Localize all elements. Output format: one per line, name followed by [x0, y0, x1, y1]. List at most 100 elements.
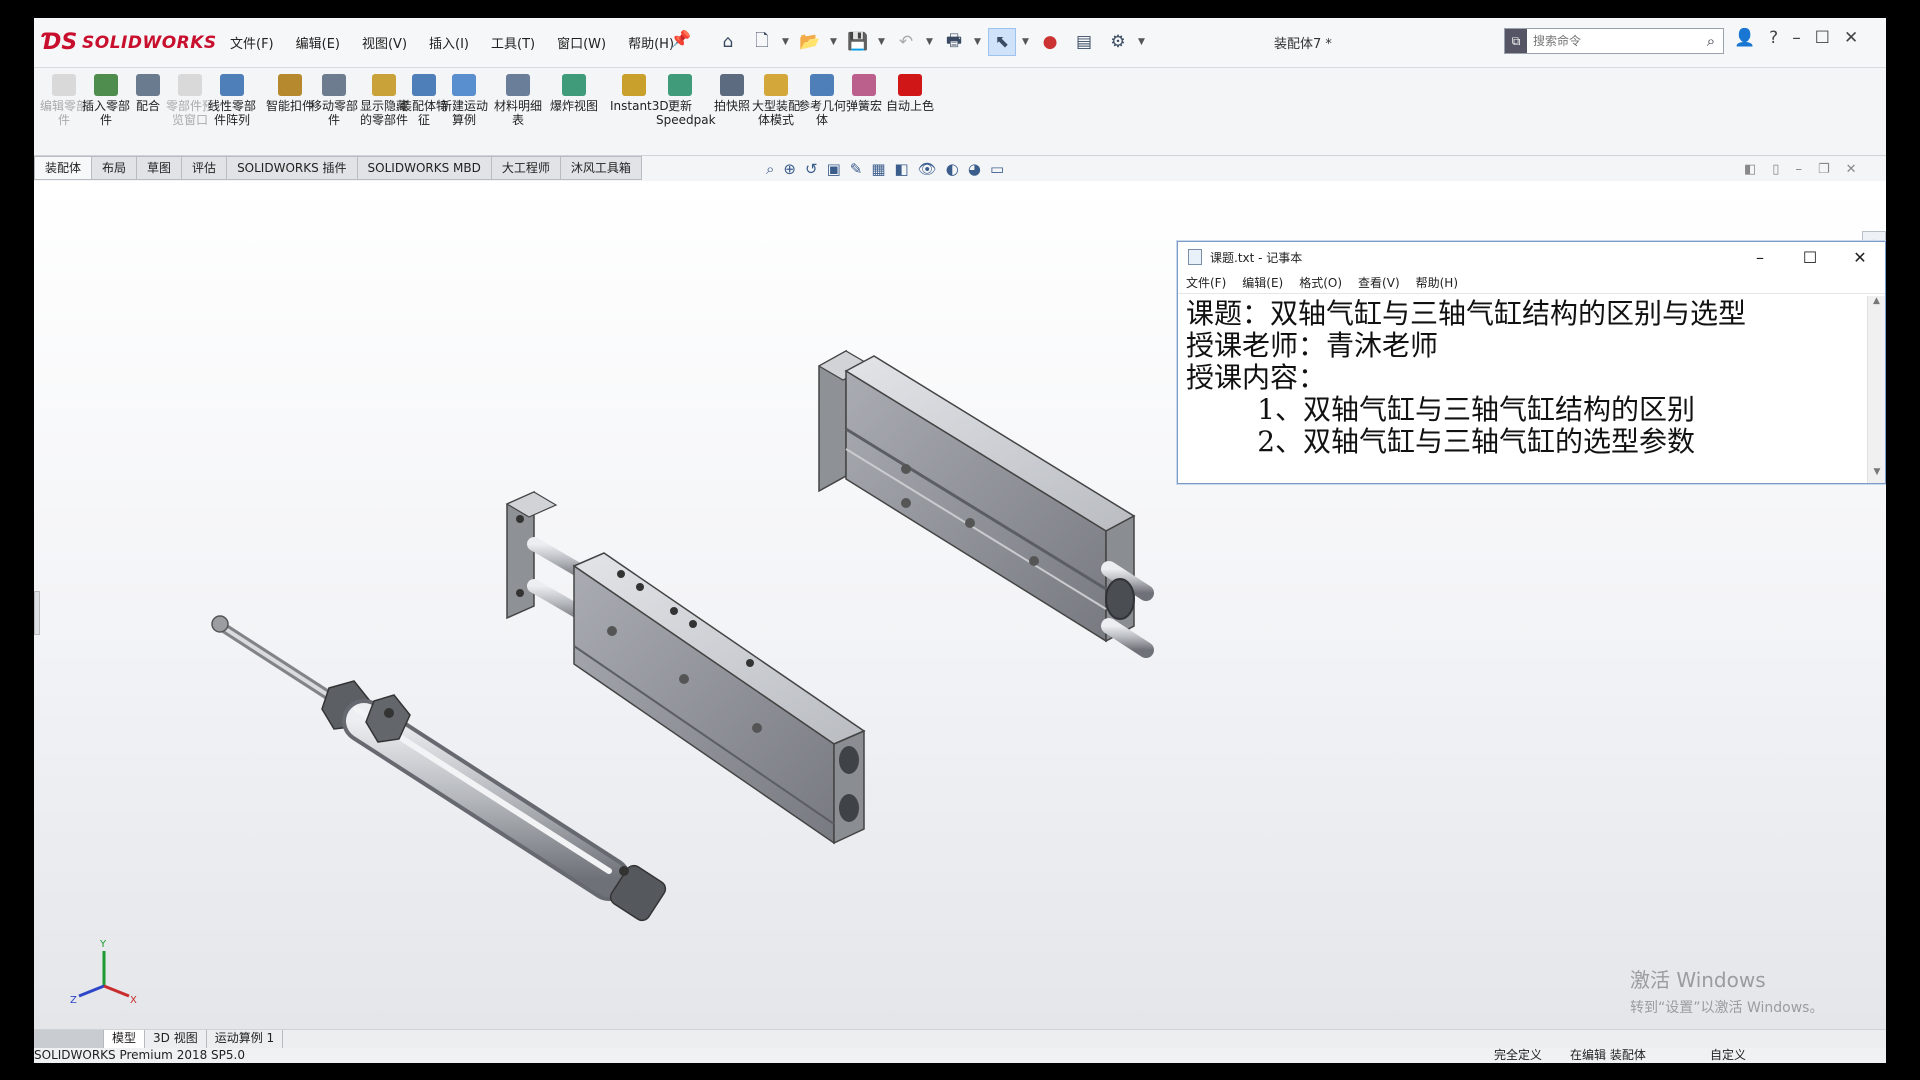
search-input[interactable]: [1527, 30, 1699, 52]
ribbon-button-label: 插入零部件: [82, 99, 131, 127]
ribbon-button[interactable]: 材料明细表: [494, 74, 542, 127]
menu-help[interactable]: 帮助(H): [628, 33, 674, 52]
notepad-menu-help[interactable]: 帮助(H): [1416, 274, 1458, 291]
home-icon[interactable]: ⌂: [714, 28, 742, 56]
maximize-icon[interactable]: ☐: [1815, 28, 1830, 48]
help-icon[interactable]: ?: [1769, 28, 1778, 48]
units-selector[interactable]: 自定义: [1710, 1048, 1746, 1063]
notepad-title-bar[interactable]: 课题.txt - 记事本 – ☐ ✕: [1178, 242, 1885, 272]
tab-engineer[interactable]: 大工程师: [491, 156, 561, 180]
ribbon-button[interactable]: 参考几何体: [798, 74, 846, 127]
menu-insert[interactable]: 插入(I): [429, 33, 469, 52]
notepad-maximize-icon[interactable]: ☐: [1785, 248, 1835, 267]
tile-icon[interactable]: ◧: [1744, 162, 1756, 177]
close-icon[interactable]: ✕: [1844, 28, 1858, 48]
notepad-vertical-scrollbar[interactable]: ▲ ▼: [1867, 296, 1885, 483]
tab-addins[interactable]: SOLIDWORKS 插件: [227, 156, 358, 180]
file-properties-icon[interactable]: ▤: [1070, 28, 1098, 56]
tab-sketch[interactable]: 草图: [137, 156, 183, 180]
zoom-to-fit-icon[interactable]: ⌕: [766, 160, 774, 178]
options-gear-icon[interactable]: ⚙: [1104, 28, 1132, 56]
edit-appearance-icon[interactable]: ◐: [946, 160, 959, 178]
notepad-menu-edit[interactable]: 编辑(E): [1242, 274, 1283, 291]
traffic-light-icon[interactable]: ●: [1036, 28, 1064, 56]
apply-scene-icon[interactable]: ◕: [968, 160, 981, 178]
ribbon-button[interactable]: 大型装配体模式: [752, 74, 800, 127]
notepad-minimize-icon[interactable]: –: [1735, 248, 1785, 267]
search-scope-icon[interactable]: ⧉: [1505, 29, 1527, 53]
minimize-icon[interactable]: –: [1792, 28, 1801, 48]
quick-access-toolbar: ⌂ 🗋 ▼ 📂 ▼ 💾 ▼ ↶ ▼ 🖶 ▼ ⬉ ▼ ● ▤ ⚙ ▼: [714, 28, 1146, 56]
chevron-down-icon[interactable]: ▼: [782, 37, 790, 47]
dynamic-annotation-icon[interactable]: ✎: [850, 160, 863, 178]
notepad-menu-view[interactable]: 查看(V): [1358, 274, 1400, 291]
tab-assembly[interactable]: 装配体: [34, 156, 93, 180]
scroll-down-icon[interactable]: ▼: [1868, 467, 1886, 483]
ribbon-button[interactable]: 爆炸视图: [550, 74, 598, 113]
print-icon[interactable]: 🖶: [940, 28, 968, 56]
ribbon-button[interactable]: 移动零部件: [310, 74, 358, 127]
save-icon[interactable]: 💾: [844, 28, 872, 56]
tab-evaluate[interactable]: 评估: [182, 156, 228, 180]
menu-tools[interactable]: 工具(T): [491, 33, 535, 52]
display-style-icon[interactable]: ◧: [895, 160, 909, 178]
solidworks-logo[interactable]: ƊS SOLIDWORKS: [42, 24, 216, 62]
tab-motion-study[interactable]: 运动算例 1: [207, 1030, 284, 1048]
chevron-down-icon[interactable]: ▼: [1138, 37, 1146, 47]
menu-file[interactable]: 文件(F): [230, 33, 274, 52]
menu-view[interactable]: 视图(V): [362, 33, 407, 52]
ribbon-button[interactable]: 插入零部件: [82, 74, 130, 127]
ribbon-button[interactable]: 更新Speedpak: [656, 74, 716, 127]
tab-3d-views[interactable]: 3D 视图: [145, 1030, 207, 1048]
menu-edit[interactable]: 编辑(E): [296, 33, 340, 52]
doc-restore-icon[interactable]: ❐: [1818, 162, 1830, 177]
view-settings-icon[interactable]: ▭: [990, 160, 1004, 178]
ribbon-button[interactable]: 拍快照: [708, 74, 756, 113]
new-document-icon[interactable]: 🗋: [748, 28, 776, 56]
view-orientation-icon[interactable]: ▦: [871, 160, 885, 178]
select-cursor-icon[interactable]: ⬉: [988, 28, 1016, 56]
split-icon[interactable]: ▯: [1772, 162, 1779, 177]
move-component-icon: [322, 74, 346, 96]
ribbon-button[interactable]: 线性零部件阵列: [208, 74, 256, 127]
notepad-text-area[interactable]: 课题：双轴气缸与三轴气缸结构的区别与选型 授课老师：青沐老师 授课内容： 1、双轴气…: [1186, 298, 1861, 478]
ribbon-button[interactable]: 自动上色: [886, 74, 934, 113]
user-icon[interactable]: 👤: [1734, 28, 1755, 48]
pin-menu-icon[interactable]: 📌: [670, 30, 691, 50]
previous-view-icon[interactable]: ↺: [805, 160, 818, 178]
ribbon-button[interactable]: 零部件预览窗口: [166, 74, 214, 127]
ribbon-button[interactable]: 编辑零部件: [40, 74, 88, 127]
ribbon-button[interactable]: 智能扣件: [266, 74, 314, 113]
chevron-down-icon[interactable]: ▼: [830, 37, 838, 47]
zoom-area-icon[interactable]: ⊕: [783, 160, 796, 178]
ribbon-button[interactable]: 配合: [124, 74, 172, 113]
section-view-icon[interactable]: ▣: [827, 160, 841, 178]
chevron-down-icon[interactable]: ▼: [878, 37, 886, 47]
tab-mbd[interactable]: SOLIDWORKS MBD: [357, 156, 492, 180]
notepad-menu-format[interactable]: 格式(O): [1299, 274, 1342, 291]
notepad-close-icon[interactable]: ✕: [1835, 248, 1885, 267]
undo-icon[interactable]: ↶: [892, 28, 920, 56]
search-icon[interactable]: ⌕: [1699, 32, 1723, 50]
open-folder-icon[interactable]: 📂: [796, 28, 824, 56]
notepad-menu-file[interactable]: 文件(F): [1186, 274, 1226, 291]
ribbon-button[interactable]: Instant3D: [610, 74, 669, 113]
chevron-down-icon[interactable]: ▼: [1022, 37, 1030, 47]
scroll-up-icon[interactable]: ▲: [1868, 296, 1885, 312]
menu-window[interactable]: 窗口(W): [557, 33, 606, 52]
twin-rod-cylinder-model[interactable]: [505, 490, 866, 845]
notepad-window[interactable]: 课题.txt - 记事本 – ☐ ✕ 文件(F) 编辑(E) 格式(O) 查看(…: [1177, 241, 1886, 484]
doc-minimize-icon[interactable]: –: [1795, 162, 1802, 177]
chevron-down-icon[interactable]: ▼: [926, 37, 934, 47]
tab-layout[interactable]: 布局: [92, 156, 138, 180]
doc-close-icon[interactable]: ✕: [1846, 162, 1857, 177]
tab-toolbox[interactable]: 沐风工具箱: [560, 156, 642, 180]
chevron-down-icon[interactable]: ▼: [974, 37, 982, 47]
ribbon-button[interactable]: 新建运动算例: [440, 74, 488, 127]
tri-rod-cylinder-model[interactable]: [817, 349, 1154, 658]
ribbon-button[interactable]: 弹簧宏: [840, 74, 888, 113]
hide-show-items-icon[interactable]: 👁: [918, 160, 937, 178]
tab-model[interactable]: 模型: [104, 1030, 146, 1048]
tab-scroll-controls[interactable]: [34, 1030, 104, 1048]
feature-manager-collapse-handle[interactable]: [34, 591, 40, 635]
